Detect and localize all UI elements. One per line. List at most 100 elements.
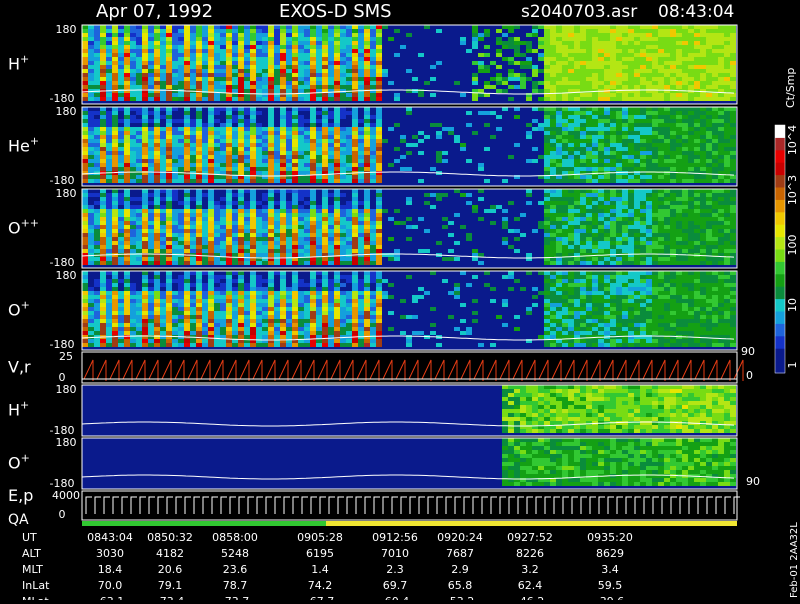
spectrogram-cell — [142, 189, 148, 193]
spectrogram-cell — [346, 241, 352, 245]
spectrogram-cell — [640, 81, 646, 85]
spectrogram-cell — [238, 25, 244, 29]
spectrogram-cell — [460, 193, 466, 197]
spectrogram-cell — [364, 107, 370, 111]
spectrogram-cell — [358, 73, 364, 77]
spectrogram-cell — [724, 237, 730, 241]
spectrogram-cell — [262, 241, 268, 245]
spectrogram-cell — [232, 81, 238, 85]
spectrogram-cell — [586, 93, 592, 97]
spectrogram-cell — [184, 143, 190, 147]
spectrogram-cell — [532, 81, 538, 85]
spectrogram-cell — [322, 61, 328, 65]
spectrogram-cell — [244, 57, 250, 61]
spectrogram-cell — [208, 167, 214, 171]
spectrogram-cell — [580, 37, 586, 41]
spectrogram-cell — [166, 53, 172, 57]
spectrogram-cell — [586, 25, 592, 29]
spectrogram-cell — [226, 253, 232, 257]
spectrogram-cell — [322, 209, 328, 213]
spectrogram-cell — [700, 33, 706, 37]
spectrogram-cell — [226, 33, 232, 37]
spectrogram-cell — [586, 49, 592, 53]
spectrogram-cell — [730, 61, 736, 65]
spectrogram-cell — [298, 205, 304, 209]
spectrogram-cell — [664, 85, 670, 89]
spectrogram-cell — [106, 279, 112, 283]
spectrogram-cell — [334, 115, 340, 119]
spectrogram-cell — [370, 61, 376, 65]
spectrogram-cell — [358, 29, 364, 33]
spectrogram-cell — [310, 205, 316, 209]
spectrogram-cell — [730, 143, 736, 147]
spectrogram-cell — [622, 61, 628, 65]
spectrogram-cell — [184, 225, 190, 229]
spectrogram-cell — [370, 257, 376, 261]
spectrogram-cell — [670, 213, 676, 217]
spectrogram-cell — [118, 85, 124, 89]
spectrogram-cell — [598, 175, 604, 179]
spectrogram-cell — [556, 253, 562, 257]
spectrogram-cell — [592, 119, 598, 123]
spectrogram-cell — [340, 193, 346, 197]
spectrogram-cell — [334, 209, 340, 213]
spectrogram-cell — [352, 249, 358, 253]
spectrogram-cell — [706, 159, 712, 163]
spectrogram-cell — [274, 143, 280, 147]
spectrogram-cell — [484, 29, 490, 33]
spectrogram-cell — [292, 131, 298, 135]
spectrogram-cell — [712, 229, 718, 233]
spectrogram-cell — [160, 81, 166, 85]
spectrogram-cell — [670, 233, 676, 237]
spectrogram-cell — [286, 217, 292, 221]
spectrogram-cell — [610, 167, 616, 171]
spectrogram-cell — [88, 115, 94, 119]
spectrogram-cell — [730, 119, 736, 123]
spectrogram-cell — [118, 89, 124, 93]
spectrogram-cell — [688, 49, 694, 53]
spectrogram-cell — [724, 221, 730, 225]
spectrogram-cell — [244, 151, 250, 155]
panel-3: 180-180O+ — [8, 269, 738, 351]
spectrogram-cell — [646, 193, 652, 197]
spectrogram-cell — [220, 261, 226, 265]
spectrogram-cell — [520, 41, 526, 45]
spectrogram-cell — [280, 69, 286, 73]
spectrogram-cell — [658, 131, 664, 135]
spectrogram-cell — [532, 127, 538, 131]
spectrogram-cell — [640, 93, 646, 97]
spectrogram-cell — [586, 241, 592, 245]
spectrogram-cell — [682, 217, 688, 221]
spectrogram-cell — [376, 131, 382, 135]
spectrogram-cell — [628, 159, 634, 163]
spectrogram-cell — [184, 45, 190, 49]
spectrogram-cell — [376, 225, 382, 229]
spectrogram-cell — [154, 37, 160, 41]
spectrogram-cell — [118, 257, 124, 261]
spectrogram-cell — [112, 217, 118, 221]
spectrogram-cell — [586, 85, 592, 89]
spectrogram-cell — [118, 167, 124, 171]
spectrogram-cell — [316, 61, 322, 65]
spectrogram-cell — [250, 253, 256, 257]
spectrogram-cell — [202, 257, 208, 261]
panel-label-sup: + — [20, 53, 29, 66]
spectrogram-cell — [676, 163, 682, 167]
spectrogram-cell — [490, 61, 496, 65]
spectrogram-cell — [706, 85, 712, 89]
spectrogram-cell — [652, 65, 658, 69]
spectrogram-cell — [94, 201, 100, 205]
spectrogram-cell — [166, 241, 172, 245]
spectrogram-cell — [508, 61, 514, 65]
spectrogram-cell — [556, 49, 562, 53]
spectrogram-cell — [172, 217, 178, 221]
spectrogram-cell — [370, 139, 376, 143]
spectrogram-cell — [106, 261, 112, 265]
spectrogram-cell — [520, 233, 526, 237]
spectrogram-cell — [694, 197, 700, 201]
spectrogram-cell — [148, 201, 154, 205]
spectrogram-cell — [256, 241, 262, 245]
spectrogram-cell — [334, 217, 340, 221]
spectrogram-cell — [328, 179, 334, 183]
spectrogram-cell — [118, 151, 124, 155]
